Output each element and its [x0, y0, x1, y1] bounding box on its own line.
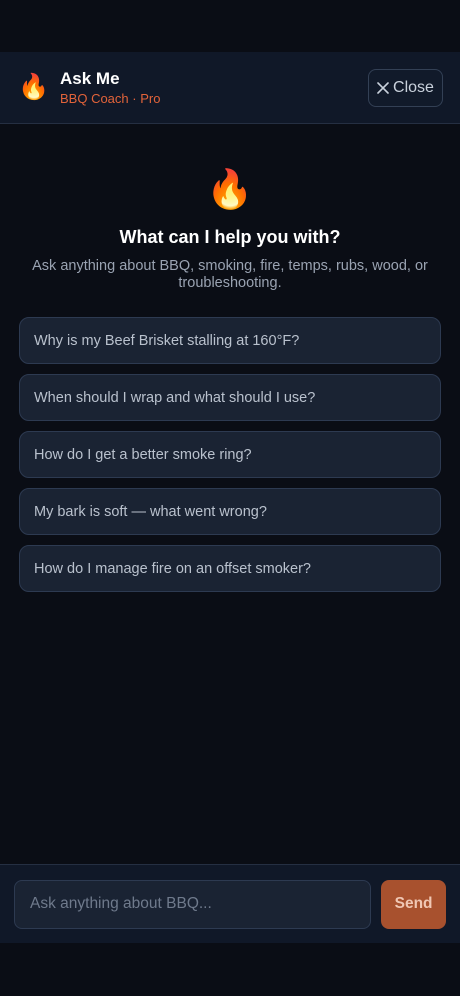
close-icon: [377, 81, 389, 94]
suggestion-chip[interactable]: Why is my Beef Brisket stalling at 160°F…: [19, 317, 441, 364]
hero: 🔥 What can I help you with? Ask anything…: [0, 168, 460, 292]
close-label: Close: [393, 78, 434, 96]
suggestion-list: Why is my Beef Brisket stalling at 160°F…: [19, 317, 441, 602]
suggestion-chip[interactable]: My bark is soft — what went wrong?: [19, 488, 441, 535]
header-subtitle: BBQ Coach · Pro: [60, 90, 161, 106]
header-title: Ask Me: [60, 68, 120, 88]
fire-icon: 🔥: [206, 169, 254, 211]
fire-icon: 🔥: [18, 73, 50, 101]
message-composer: Send: [0, 864, 460, 943]
header: 🔥 Ask Me BBQ Coach · Pro Close: [0, 52, 460, 124]
send-button[interactable]: Send: [381, 879, 446, 929]
suggestion-chip[interactable]: How do I manage fire on an offset smoker…: [19, 545, 441, 592]
hero-description: Ask anything about BBQ, smoking, fire, t…: [32, 258, 428, 291]
hero-headline: What can I help you with?: [119, 227, 341, 247]
ask-me-screen: 🔥 Ask Me BBQ Coach · Pro Close 🔥 What ca…: [0, 0, 460, 996]
suggestion-chip[interactable]: How do I get a better smoke ring?: [19, 431, 441, 478]
message-input[interactable]: [14, 879, 372, 929]
close-button[interactable]: Close: [368, 68, 443, 107]
suggestion-chip[interactable]: When should I wrap and what should I use…: [19, 374, 441, 421]
header-titles: Ask Me BBQ Coach · Pro: [60, 69, 368, 107]
